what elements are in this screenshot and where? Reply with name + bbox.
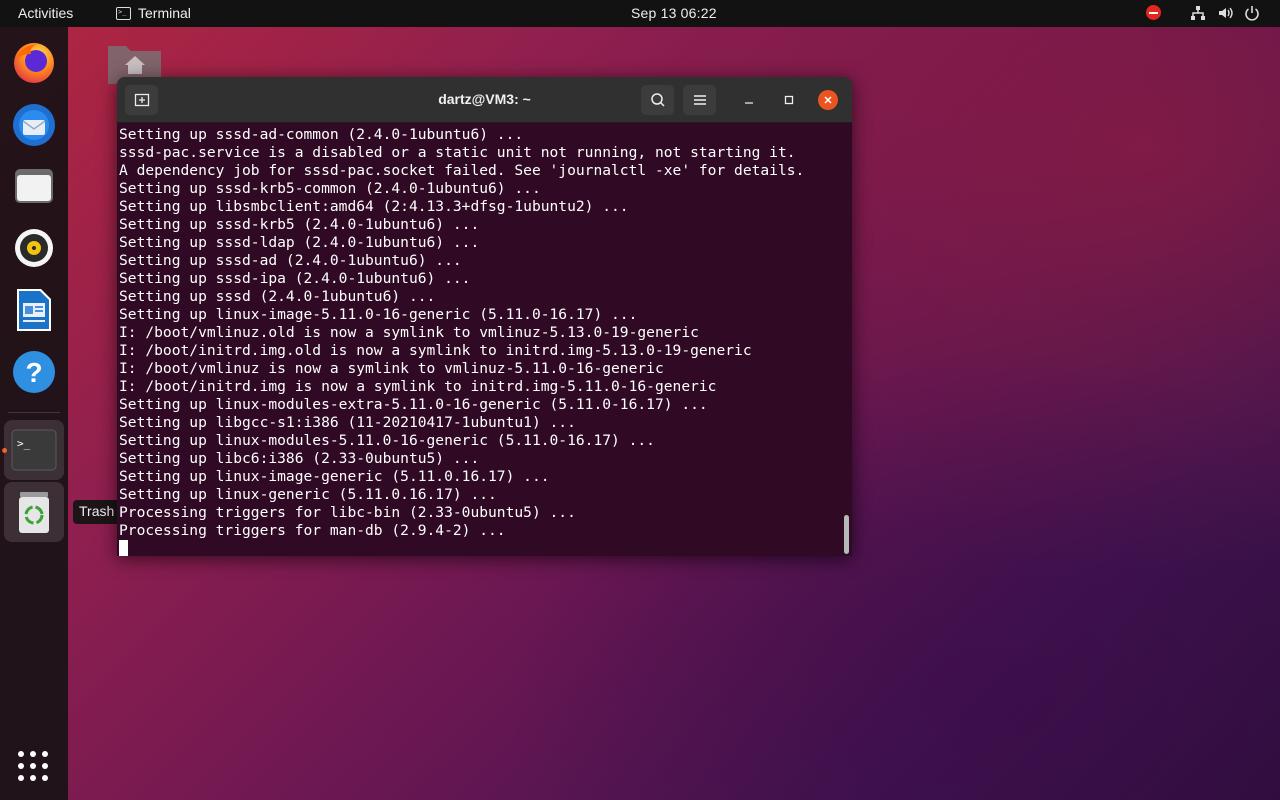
volume-icon[interactable]	[1218, 5, 1234, 21]
close-button[interactable]	[818, 90, 838, 110]
trash-icon	[19, 492, 49, 533]
dock-item-files[interactable]	[4, 156, 64, 216]
dock-item-trash[interactable]	[4, 482, 64, 542]
terminal-line: Setting up linux-image-generic (5.11.0.1…	[119, 468, 550, 485]
power-icon[interactable]	[1244, 5, 1260, 21]
maximize-icon	[784, 95, 794, 105]
close-icon	[824, 96, 832, 104]
terminal-line: A dependency job for sssd-pac.socket fai…	[119, 162, 805, 179]
terminal-line: Setting up libc6:i386 (2.33-0ubuntu5) ..…	[119, 450, 480, 467]
search-button[interactable]	[641, 85, 674, 115]
svg-text:?: ?	[25, 357, 42, 388]
dock-item-terminal[interactable]: >_	[4, 420, 64, 480]
dock-item-thunderbird[interactable]	[4, 95, 64, 155]
terminal-line: Processing triggers for libc-bin (2.33-0…	[119, 504, 576, 521]
rhythmbox-icon	[15, 229, 53, 267]
scrollbar[interactable]	[844, 515, 849, 554]
thunderbird-icon	[13, 104, 55, 146]
terminal-line: Setting up sssd-ad (2.4.0-1ubuntu6) ...	[119, 252, 462, 269]
firefox-icon	[14, 43, 54, 83]
minimize-button[interactable]	[739, 90, 759, 110]
app-menu-label: Terminal	[138, 5, 191, 21]
terminal-output[interactable]: Setting up sssd-ad-common (2.4.0-1ubuntu…	[119, 126, 839, 556]
terminal-icon: >_	[116, 6, 131, 20]
network-icon[interactable]	[1190, 5, 1206, 21]
dock-item-firefox[interactable]	[4, 32, 64, 92]
terminal-window[interactable]: dartz@VM3: ~ Setting up sssd-ad-common (…	[117, 77, 852, 556]
prompt-line[interactable]	[119, 540, 839, 556]
terminal-line: Setting up sssd-ad-common (2.4.0-1ubuntu…	[119, 126, 524, 143]
writer-icon	[17, 289, 51, 331]
dock-item-help[interactable]: ?	[4, 342, 64, 402]
terminal-line: Setting up sssd-krb5-common (2.4.0-1ubun…	[119, 180, 541, 197]
hamburger-icon	[693, 95, 706, 105]
dock-item-rhythmbox[interactable]	[4, 218, 64, 278]
terminal-line: Setting up libgcc-s1:i386 (11-20210417-1…	[119, 414, 576, 431]
files-icon	[15, 169, 53, 203]
terminal-line: Setting up linux-modules-extra-5.11.0-16…	[119, 396, 708, 413]
terminal-line: Setting up libsmbclient:amd64 (2:4.13.3+…	[119, 198, 629, 215]
terminal-line: sssd-pac.service is a disabled or a stat…	[119, 144, 796, 161]
activities-button[interactable]: Activities	[18, 5, 73, 21]
help-icon: ?	[13, 351, 55, 393]
text-cursor	[119, 540, 128, 556]
terminal-line: I: /boot/initrd.img.old is now a symlink…	[119, 342, 752, 359]
dock: ? >_	[0, 27, 68, 800]
dock-item-libreoffice-writer[interactable]	[4, 280, 64, 340]
top-bar: Activities >_ Terminal Sep 13 06:22	[0, 0, 1280, 27]
terminal-line: I: /boot/vmlinuz.old is now a symlink to…	[119, 324, 699, 341]
terminal-line: I: /boot/vmlinuz is now a symlink to vml…	[119, 360, 664, 377]
terminal-line: Setting up sssd-krb5 (2.4.0-1ubuntu6) ..…	[119, 216, 480, 233]
dock-tooltip: Trash	[73, 500, 121, 524]
svg-text:>_: >_	[17, 437, 31, 450]
do-not-disturb-icon[interactable]	[1146, 5, 1162, 21]
minimize-icon	[745, 102, 753, 104]
search-icon	[650, 93, 665, 107]
app-menu[interactable]: >_ Terminal	[116, 5, 191, 21]
terminal-icon: >_	[11, 429, 57, 471]
maximize-button[interactable]	[779, 90, 799, 110]
menu-button[interactable]	[683, 85, 716, 115]
terminal-line: I: /boot/initrd.img is now a symlink to …	[119, 378, 717, 395]
terminal-line: Setting up linux-generic (5.11.0.16.17) …	[119, 486, 497, 503]
terminal-line: Setting up linux-modules-5.11.0-16-gener…	[119, 432, 655, 449]
terminal-line: Processing triggers for man-db (2.9.4-2)…	[119, 522, 506, 539]
apps-grid-icon[interactable]	[18, 751, 50, 783]
terminal-line: Setting up sssd-ldap (2.4.0-1ubuntu6) ..…	[119, 234, 480, 251]
terminal-line: Setting up sssd-ipa (2.4.0-1ubuntu6) ...	[119, 270, 471, 287]
terminal-line: Setting up sssd (2.4.0-1ubuntu6) ...	[119, 288, 436, 305]
window-headerbar[interactable]: dartz@VM3: ~	[117, 77, 852, 123]
dock-separator	[8, 412, 60, 413]
terminal-line: Setting up linux-image-5.11.0-16-generic…	[119, 306, 638, 323]
clock[interactable]: Sep 13 06:22	[631, 5, 717, 21]
